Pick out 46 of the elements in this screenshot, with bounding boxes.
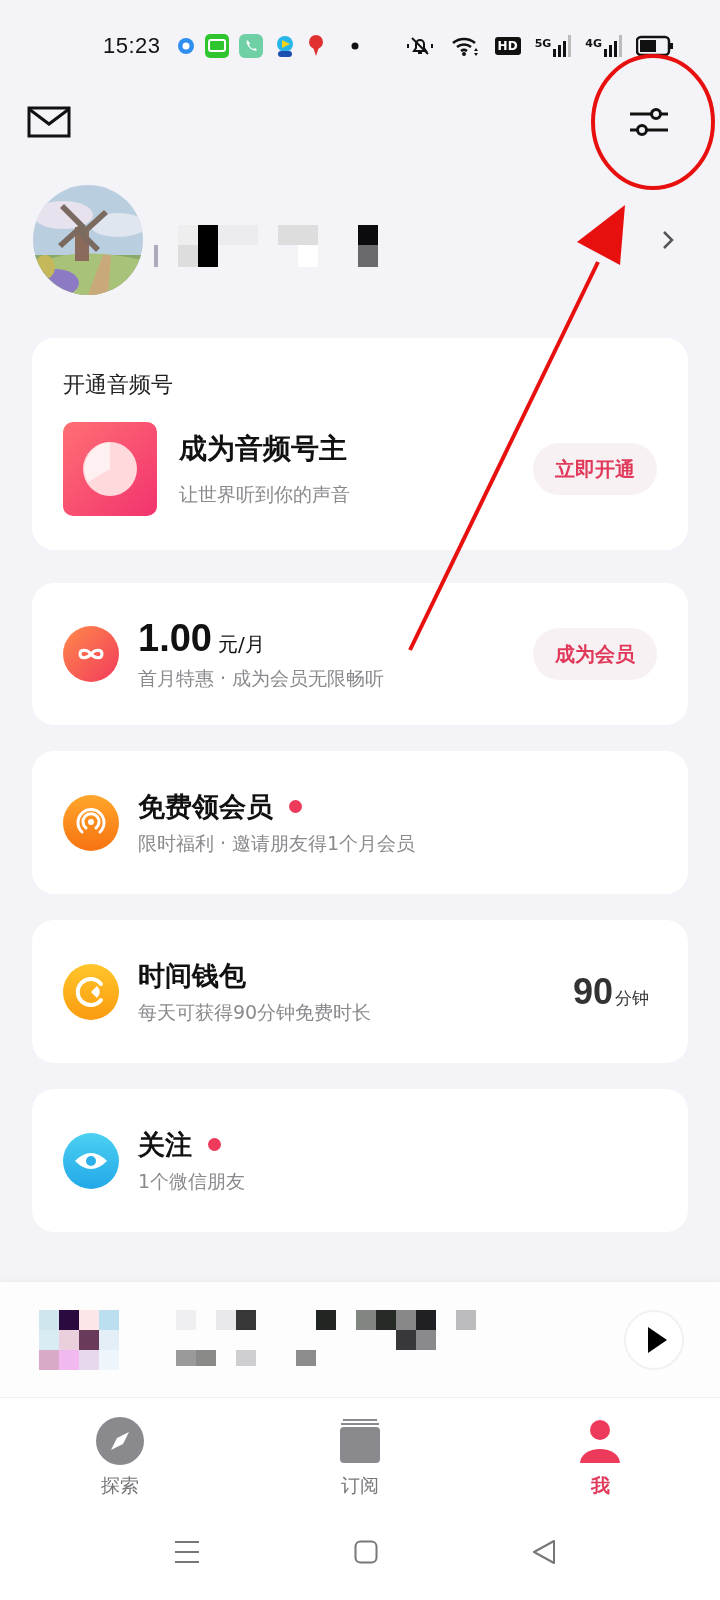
hd-indicator: HD — [494, 37, 521, 55]
eye-icon — [63, 1132, 119, 1189]
subtitle-text: 首月特惠 · 成为会员无限畅听 — [138, 665, 386, 691]
join-button[interactable]: 成为会员 — [533, 628, 657, 680]
dot-icon — [350, 42, 359, 50]
broadcast-icon — [63, 794, 119, 851]
heading-text: 成为音频号主 — [179, 431, 348, 467]
clock-icon — [63, 963, 119, 1020]
app-notification-icon — [176, 37, 195, 55]
status-time: 15:23 — [103, 33, 161, 59]
price-text: 1.00 — [138, 616, 212, 660]
heading-text: 免费领会员 — [138, 789, 273, 824]
infinity-icon — [63, 626, 119, 682]
price-unit: 元/月 — [217, 630, 265, 658]
battery-icon — [636, 35, 674, 57]
nav-tab[interactable]: 我 — [540, 1398, 660, 1518]
minutes-value: 90 — [572, 970, 613, 1013]
nav-tab[interactable]: 探索 — [60, 1398, 180, 1518]
home-icon[interactable] — [354, 1540, 378, 1564]
subtitle-text: 每天可获得90分钟免费时长 — [138, 999, 373, 1025]
signal-icon — [553, 35, 572, 57]
subtitle-text: 让世界听到你的声音 — [179, 482, 351, 507]
subtitle-text: 限时福利 · 邀请朋友得1个月会员 — [138, 830, 417, 856]
open-button[interactable]: 立即开通 — [533, 443, 657, 495]
play-icon — [646, 1325, 668, 1354]
nav-tab[interactable]: 订阅 — [300, 1398, 420, 1518]
wifi-icon — [450, 35, 479, 57]
mail-icon[interactable] — [27, 106, 71, 138]
menu-icon[interactable] — [174, 1540, 200, 1564]
network-label: 5G — [534, 37, 552, 50]
phone-app-icon — [238, 34, 263, 58]
heading-text: 时间钱包 — [138, 958, 246, 993]
subtitle-text: 1个微信朋友 — [138, 1168, 247, 1194]
map-pin-icon — [306, 34, 325, 58]
signal-icon — [604, 35, 622, 57]
silent-bell-icon — [404, 35, 435, 57]
audio-app-icon — [63, 422, 157, 516]
back-icon[interactable] — [532, 1539, 556, 1565]
minutes-unit: 分钟 — [615, 986, 649, 1010]
settings-icon[interactable] — [628, 106, 670, 138]
chevron-right-icon[interactable] — [662, 230, 674, 250]
heading-text: 关注 — [138, 1127, 192, 1162]
section-title: 开通音频号 — [63, 371, 174, 399]
tv-app-icon — [204, 34, 229, 58]
network-label: 4G — [585, 37, 602, 50]
compass-icon — [96, 1417, 144, 1465]
